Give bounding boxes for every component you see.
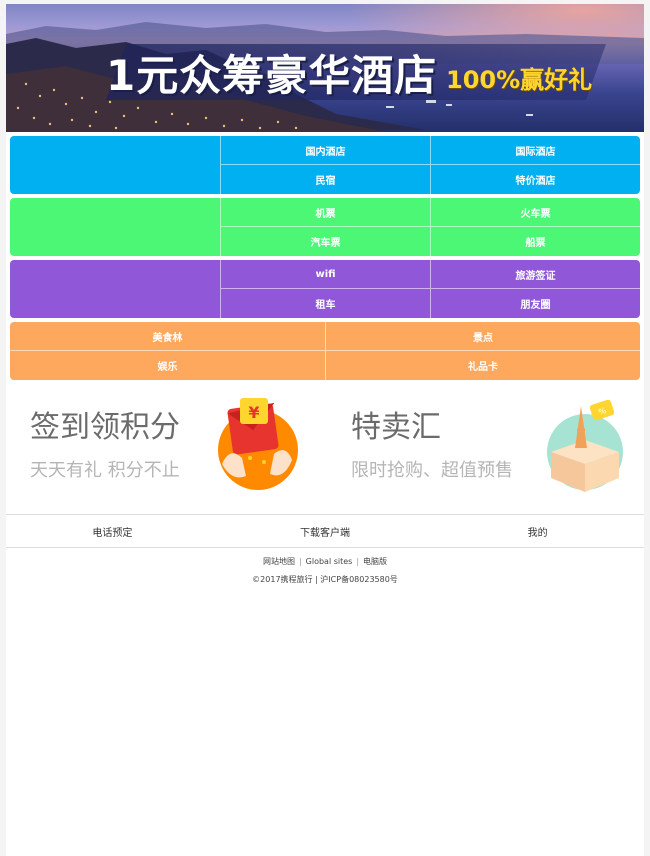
sitemap-link[interactable]: 网站地图 <box>263 557 295 566</box>
nav-bus[interactable]: 汽车票 <box>220 227 430 256</box>
hotel-category-cell[interactable] <box>10 136 220 194</box>
desktop-version-link[interactable]: 电脑版 <box>363 557 387 566</box>
hotel-nav-block: 国内酒店 国际酒店 民宿 特价酒店 <box>10 136 640 194</box>
travel-nav-grid: wifi 旅游签证 租车 朋友圈 <box>220 260 640 318</box>
sale-title: 特卖汇 <box>351 410 441 445</box>
banner-subtitle: 100%赢好礼 <box>446 66 593 94</box>
nav-attractions[interactable]: 景点 <box>325 322 640 351</box>
nav-visa[interactable]: 旅游签证 <box>430 260 640 289</box>
checkin-title: 签到领积分 <box>30 410 180 445</box>
nav-car-rental[interactable]: 租车 <box>220 289 430 318</box>
promo-banner[interactable]: 1元众筹豪华酒店 100%赢好礼 <box>6 4 644 132</box>
nav-ship[interactable]: 船票 <box>430 227 640 256</box>
download-app-button[interactable]: 下载客户端 <box>219 524 432 539</box>
transport-nav-block: 机票 火车票 汽车票 船票 <box>10 198 640 256</box>
nav-homestay[interactable]: 民宿 <box>220 165 430 194</box>
red-envelope-icon: ¥ <box>218 398 298 490</box>
leisure-nav-block: 美食林 景点 娱乐 礼品卡 <box>10 322 640 380</box>
banner-title: 1元众筹豪华酒店 <box>106 51 438 100</box>
global-sites-link[interactable]: Global sites <box>306 557 353 566</box>
nav-wifi[interactable]: wifi <box>220 260 430 289</box>
transport-nav-grid: 机票 火车票 汽车票 船票 <box>220 198 640 256</box>
nav-train[interactable]: 火车票 <box>430 198 640 227</box>
sale-subtitle: 限时抢购、超值预售 <box>351 460 513 481</box>
phone-booking-button[interactable]: 电话预定 <box>6 524 219 539</box>
bottom-nav-bar: 电话预定 下载客户端 我的 <box>6 514 644 548</box>
nav-entertainment[interactable]: 娱乐 <box>10 351 325 380</box>
travel-category-cell[interactable] <box>10 260 220 318</box>
leisure-nav-grid: 美食林 景点 娱乐 礼品卡 <box>10 322 640 380</box>
link-separator: | <box>356 557 360 566</box>
copyright-text: ©2017携程旅行 | 沪ICP备08023580号 <box>252 575 398 584</box>
gift-box-icon: % <box>547 399 623 492</box>
nav-domestic-hotel[interactable]: 国内酒店 <box>220 136 430 165</box>
nav-discount-hotel[interactable]: 特价酒店 <box>430 165 640 194</box>
page: 1元众筹豪华酒店 100%赢好礼 国内酒店 国际酒店 民宿 特价酒店 机票 火车… <box>6 4 644 856</box>
travel-nav-block: wifi 旅游签证 租车 朋友圈 <box>10 260 640 318</box>
svg-text:¥: ¥ <box>248 403 259 422</box>
sale-promo[interactable]: 特卖汇 限时抢购、超值预售 % <box>325 384 644 512</box>
nav-international-hotel[interactable]: 国际酒店 <box>430 136 640 165</box>
nav-gift-card[interactable]: 礼品卡 <box>325 351 640 380</box>
checkin-promo[interactable]: 签到领积分 天天有礼 积分不止 ¥ <box>6 384 325 512</box>
transport-category-cell[interactable] <box>10 198 220 256</box>
hotel-nav-grid: 国内酒店 国际酒店 民宿 特价酒店 <box>220 136 640 194</box>
checkin-subtitle: 天天有礼 积分不止 <box>30 460 180 481</box>
my-account-button[interactable]: 我的 <box>431 524 644 539</box>
footer-links: 网站地图 | Global sites | 电脑版 <box>6 556 644 567</box>
nav-moments[interactable]: 朋友圈 <box>430 289 640 318</box>
nav-food[interactable]: 美食林 <box>10 322 325 351</box>
link-separator: | <box>298 557 302 566</box>
nav-flight[interactable]: 机票 <box>220 198 430 227</box>
